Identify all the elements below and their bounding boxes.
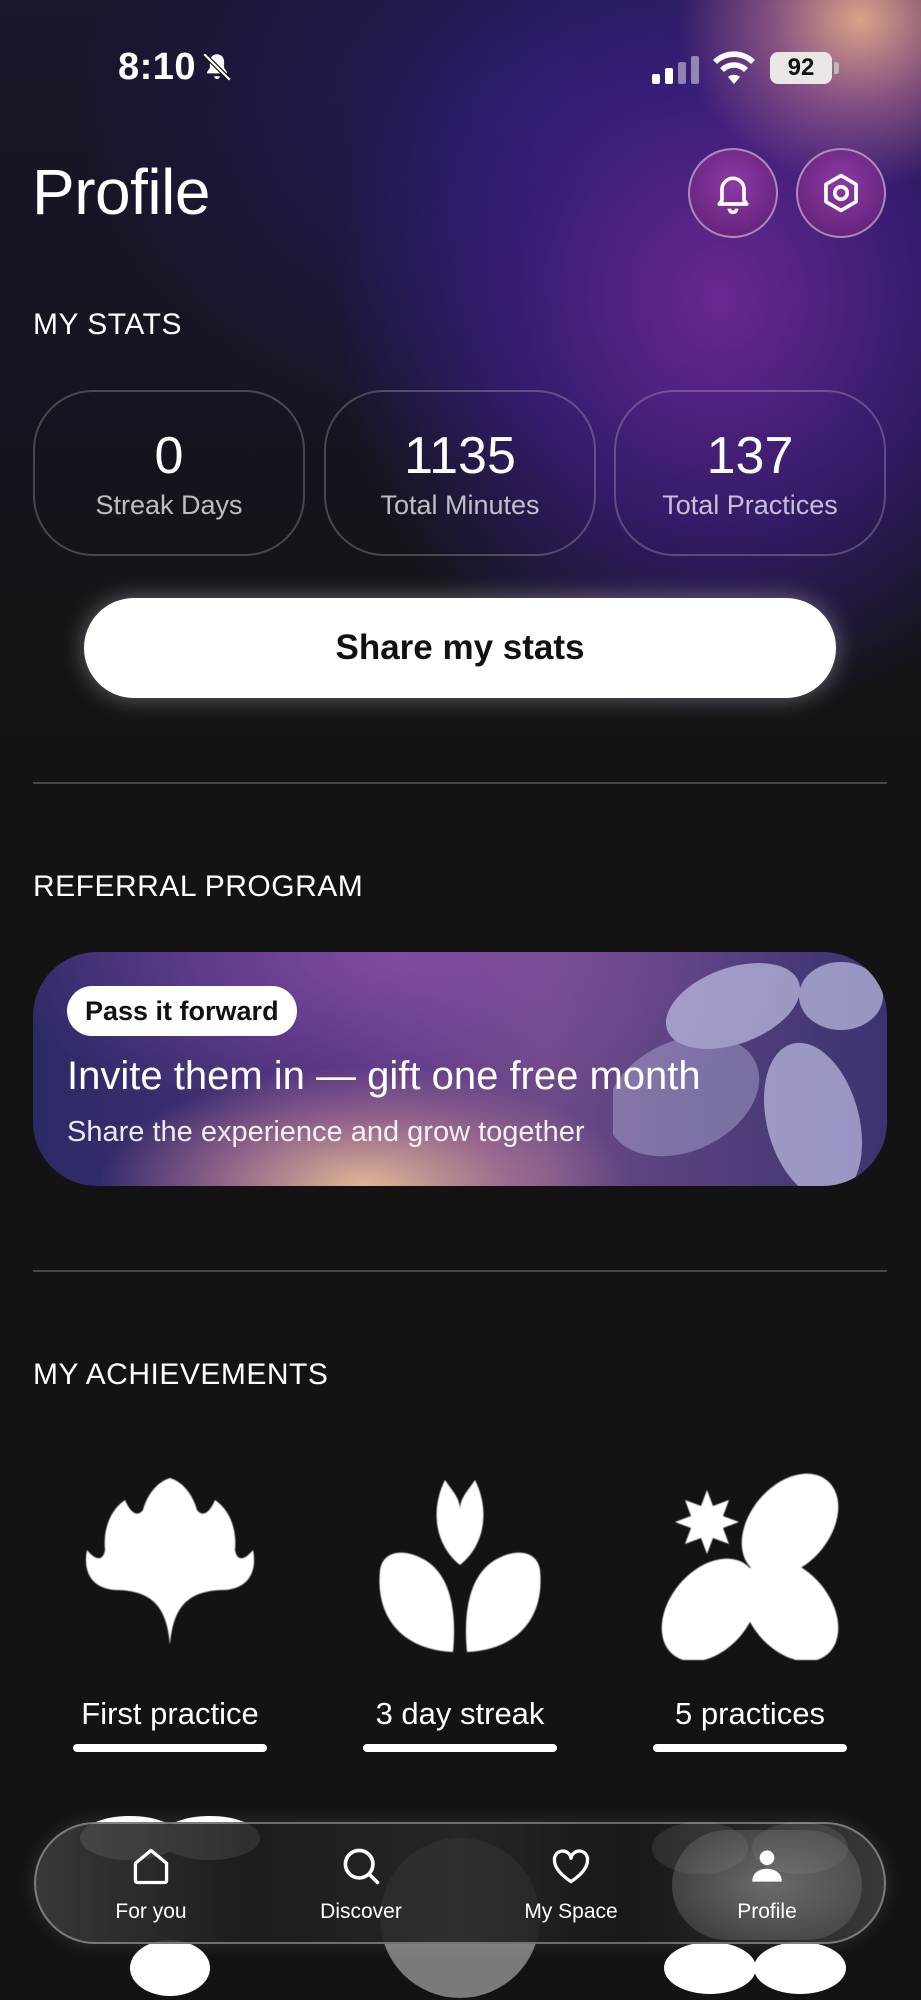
achievement-5-practices[interactable] [650,1470,850,1665]
stat-value: 0 [154,427,184,485]
battery-indicator: 92 [770,52,832,84]
heart-icon [552,1849,590,1884]
stat-label: Streak Days [95,490,243,520]
settings-button[interactable] [796,148,886,238]
stat-card-minutes: 1135 Total Minutes [324,390,596,556]
stat-card-streak: 0 Streak Days [33,390,305,556]
tab-profile[interactable]: Profile [672,1830,862,1940]
ginkgo-leaf-icon [85,1478,255,1645]
stat-card-practices: 137 Total Practices [614,390,886,556]
star-petals-icon [661,1473,839,1662]
referral-section-label: REFERRAL PROGRAM [33,870,364,903]
achievement-first-practice[interactable] [70,1470,270,1665]
tab-label: For you [115,1900,187,1923]
tab-for-you[interactable]: For you [56,1824,246,1942]
home-icon [133,1848,169,1885]
status-time: 8:10 [118,46,197,88]
stat-value: 1135 [404,427,516,485]
stat-value: 137 [706,427,794,485]
notifications-button[interactable] [688,148,778,238]
achievement-3-day-streak[interactable] [360,1470,560,1665]
section-divider [33,782,887,784]
page-title: Profile [32,156,210,228]
battery-nub [834,62,839,74]
stats-section-label: MY STATS [33,308,183,341]
cellular-signal-icon [652,56,699,84]
stat-label: Total Minutes [380,490,540,520]
person-icon [752,1850,782,1882]
achievement-label: First practice [81,1696,259,1731]
bell-icon [717,176,749,215]
share-stats-button[interactable]: Share my stats [84,598,836,698]
section-divider [33,1270,887,1272]
achievement-progress-bar [73,1744,267,1752]
tab-my-space[interactable]: My Space [476,1824,666,1942]
referral-subtitle: Share the experience and grow together [67,1116,585,1148]
tab-discover[interactable]: Discover [266,1824,456,1942]
achievement-progress-bar [363,1744,557,1752]
referral-card[interactable]: Pass it forward Invite them in — gift on… [33,952,887,1186]
tab-label: My Space [524,1900,618,1923]
wifi-icon [713,51,755,84]
tab-bar: For you Discover My Space Profile [34,1822,886,1944]
achievement-label: 3 day streak [375,1696,545,1731]
status-bar: 8:10 92 [0,40,921,100]
referral-title: Invite them in — gift one free month [67,1054,701,1098]
search-icon [343,1848,380,1885]
stat-label: Total Practices [662,490,838,520]
achievements-section-label: MY ACHIEVEMENTS [33,1358,329,1391]
gear-icon [824,173,858,213]
silent-mode-icon [202,52,232,82]
tab-label: Discover [320,1900,402,1923]
referral-badge: Pass it forward [67,986,297,1036]
sprout-petals-icon [379,1480,541,1652]
achievement-label: 5 practices [675,1696,825,1731]
achievement-progress-bar [653,1744,847,1752]
tab-label: Profile [737,1900,797,1923]
